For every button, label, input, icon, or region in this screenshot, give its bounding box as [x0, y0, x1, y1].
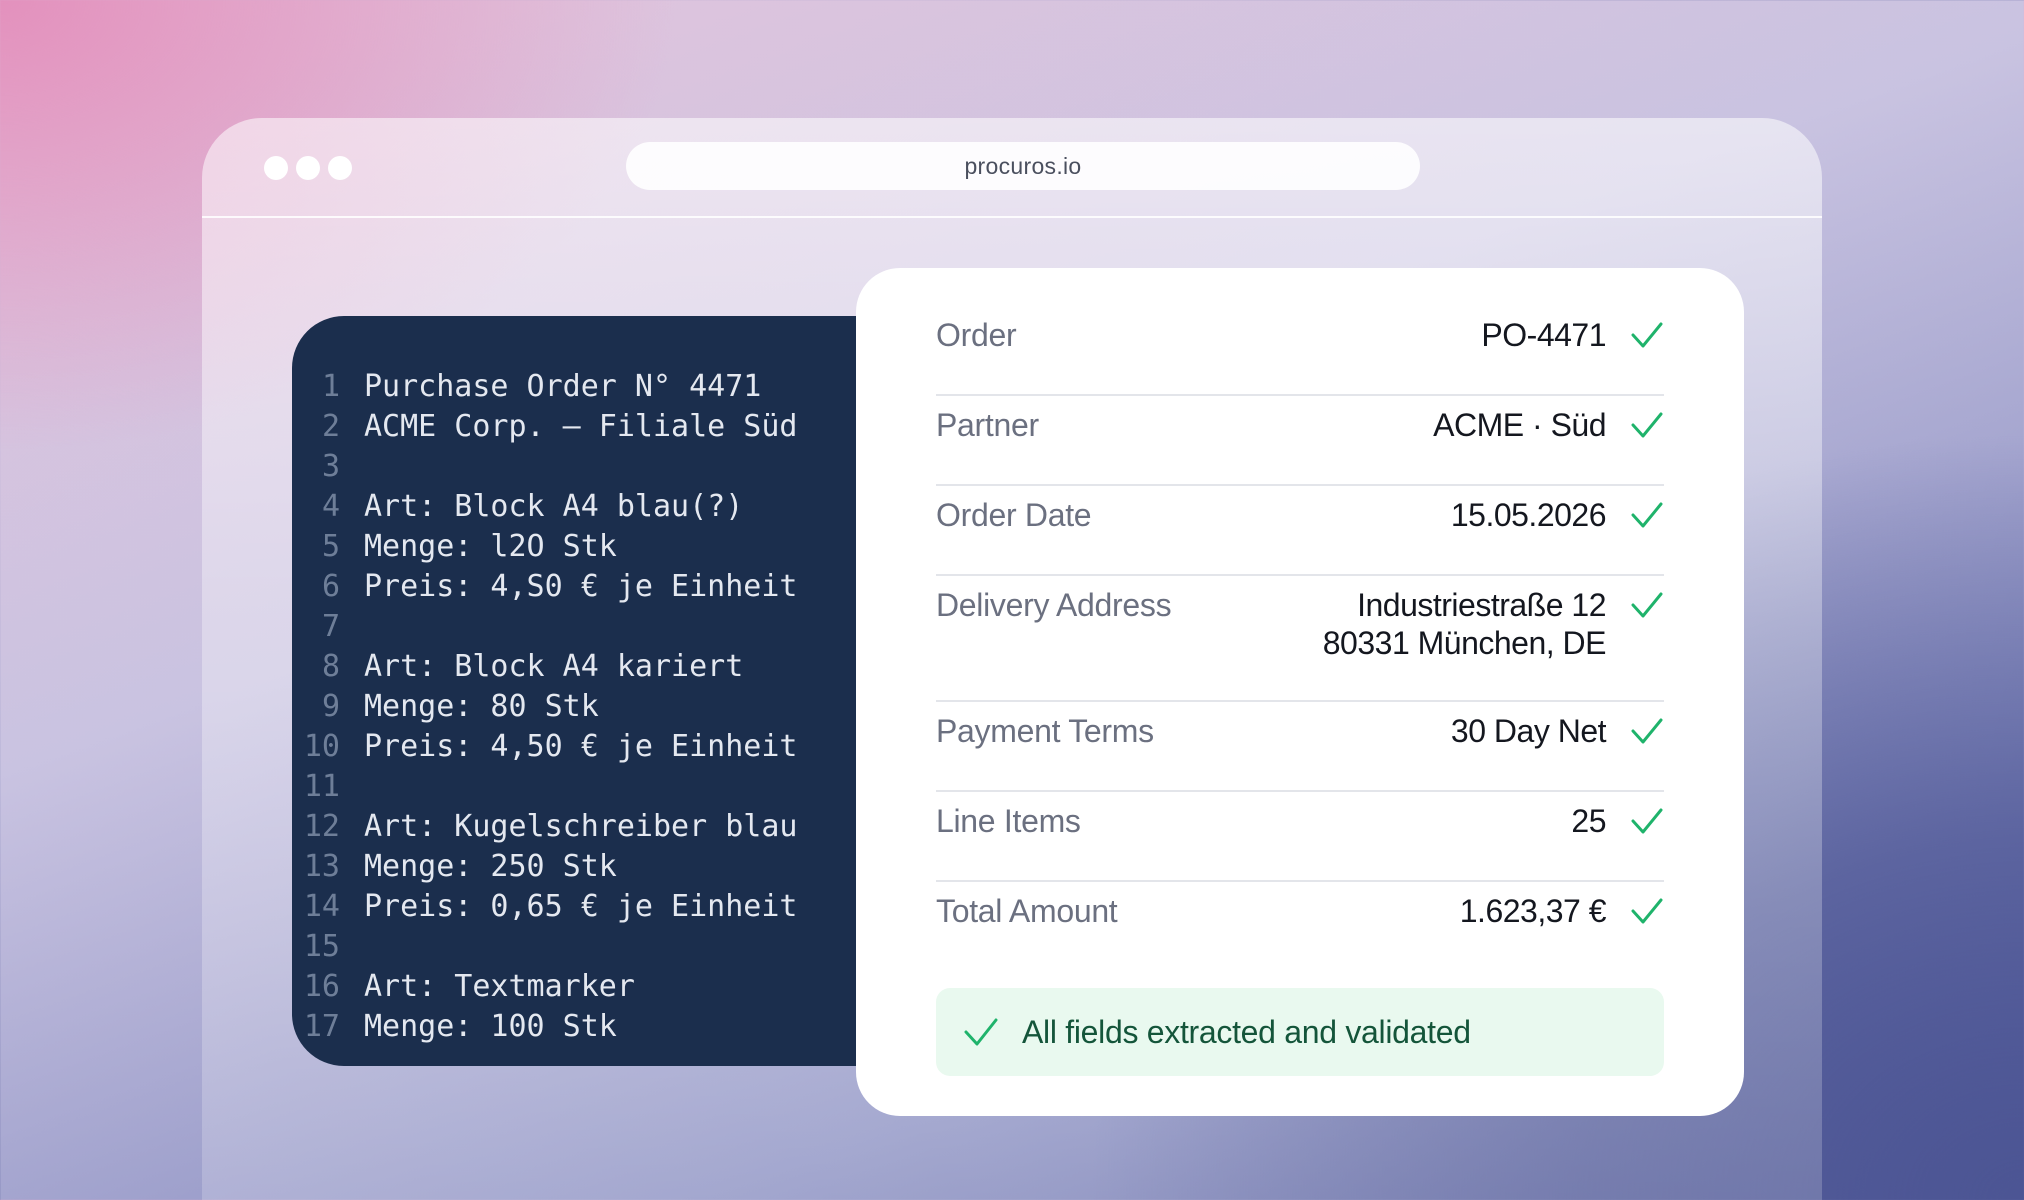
field-row-order-date: Order Date 15.05.2026: [936, 486, 1664, 576]
check-icon: [1606, 882, 1664, 940]
field-label: Line Items: [936, 803, 1081, 839]
code-line: 10 Preis: 4,50 € je Einheit: [292, 726, 892, 766]
line-number: 15: [303, 928, 340, 964]
code-text: Menge: 100 Stk: [364, 1008, 617, 1044]
check-icon: [1606, 486, 1664, 544]
line-number: 17: [303, 1008, 340, 1044]
code-line: 11: [292, 766, 892, 806]
field-row-partner: Partner ACME · Süd: [936, 396, 1664, 486]
code-text: Preis: 4,S0 € je Einheit: [364, 568, 798, 604]
extracted-fields-card: Order PO-4471 Partner ACME · Süd Order D…: [856, 268, 1744, 1116]
line-number: 13: [303, 848, 340, 884]
field-label: Payment Terms: [936, 713, 1154, 749]
line-number: 1: [321, 368, 340, 404]
check-icon: [1606, 576, 1664, 634]
address-line-1: Industriestraße 12: [1357, 587, 1606, 623]
code-text: Menge: l2O Stk: [364, 528, 617, 564]
code-line: 6 Preis: 4,S0 € je Einheit: [292, 566, 892, 606]
window-dot-icon[interactable]: [328, 156, 352, 180]
validation-success-banner: All fields extracted and validated: [936, 988, 1664, 1076]
check-icon: [962, 1013, 1000, 1051]
check-icon: [1606, 396, 1664, 454]
address-bar[interactable]: procuros.io: [626, 142, 1420, 190]
field-value: 15.05.2026: [1450, 497, 1607, 533]
field-value: 30 Day Net: [1450, 713, 1607, 749]
code-text: Art: Block A4 kariert: [364, 648, 744, 684]
code-text: Art: Textmarker: [364, 968, 635, 1004]
code-text: Preis: 4,50 € je Einheit: [364, 728, 798, 764]
code-line: 14 Preis: 0,65 € je Einheit: [292, 886, 892, 926]
line-number: 4: [321, 488, 340, 524]
field-value: Industriestraße 12 80331 München, DE: [1322, 576, 1607, 662]
field-row-order: Order PO-4471: [936, 306, 1664, 396]
code-line: 4 Art: Block A4 blau(?): [292, 486, 892, 526]
field-label: Order Date: [936, 497, 1092, 533]
code-text: Preis: 0,65 € je Einheit: [364, 888, 798, 924]
code-line: 3: [292, 446, 892, 486]
code-line: 1 Purchase Order N° 4471: [292, 366, 892, 406]
code-line: 13 Menge: 250 Stk: [292, 846, 892, 886]
raw-order-text-panel: 1 Purchase Order N° 4471 2 ACME Corp. — Fil…: [292, 316, 892, 1066]
browser-toolbar: procuros.io: [202, 118, 1822, 218]
code-text: Menge: 80 Stk: [364, 688, 599, 724]
code-line: 8 Art: Block A4 kariert: [292, 646, 892, 686]
line-number: 7: [321, 608, 340, 644]
code-text: Purchase Order N° 4471: [364, 368, 762, 404]
code-text: Menge: 250 Stk: [364, 848, 617, 884]
line-number: 10: [303, 728, 340, 764]
field-value: ACME · Süd: [1433, 407, 1606, 443]
field-value: 25: [1571, 803, 1606, 839]
code-line: 9 Menge: 80 Stk: [292, 686, 892, 726]
line-number: 6: [321, 568, 340, 604]
code-line: 5 Menge: l2O Stk: [292, 526, 892, 566]
line-number: 8: [321, 648, 340, 684]
line-number: 3: [321, 448, 340, 484]
code-line: 15: [292, 926, 892, 966]
code-line: 12 Art: Kugelschreiber blau: [292, 806, 892, 846]
banner-text: All fields extracted and validated: [1022, 1013, 1471, 1050]
code-line: 7: [292, 606, 892, 646]
code-line: 17 Menge: 100 Stk: [292, 1006, 892, 1046]
field-label: Total Amount: [936, 893, 1118, 929]
line-number: 9: [321, 688, 340, 724]
field-value: 1.623,37 €: [1459, 893, 1607, 929]
line-number: 16: [303, 968, 340, 1004]
field-row-delivery-address: Delivery Address Industriestraße 12 8033…: [936, 576, 1664, 702]
field-row-total-amount: Total Amount 1.623,37 €: [936, 882, 1664, 972]
field-label: Delivery Address: [936, 587, 1172, 623]
code-line: 16 Art: Textmarker: [292, 966, 892, 1006]
check-icon: [1606, 792, 1664, 850]
code-text: Art: Kugelschreiber blau: [364, 808, 798, 844]
code-text: ACME Corp. — Filiale Süd: [364, 408, 798, 444]
code-text: Art: Block A4 blau(?): [364, 488, 744, 524]
line-number: 2: [321, 408, 340, 444]
check-icon: [1606, 702, 1664, 760]
field-label: Partner: [936, 407, 1039, 443]
code-line: 2 ACME Corp. — Filiale Süd: [292, 406, 892, 446]
field-row-line-items: Line Items 25: [936, 792, 1664, 882]
line-number: 11: [303, 768, 340, 804]
line-number: 14: [303, 888, 340, 924]
window-dot-icon[interactable]: [264, 156, 288, 180]
window-dot-icon[interactable]: [296, 156, 320, 180]
field-row-payment-terms: Payment Terms 30 Day Net: [936, 702, 1664, 792]
field-label: Order: [936, 317, 1017, 353]
check-icon: [1606, 306, 1664, 364]
line-number: 5: [321, 528, 340, 564]
line-number: 12: [303, 808, 340, 844]
address-line-2: 80331 München, DE: [1322, 625, 1607, 661]
field-value: PO-4471: [1481, 317, 1606, 353]
